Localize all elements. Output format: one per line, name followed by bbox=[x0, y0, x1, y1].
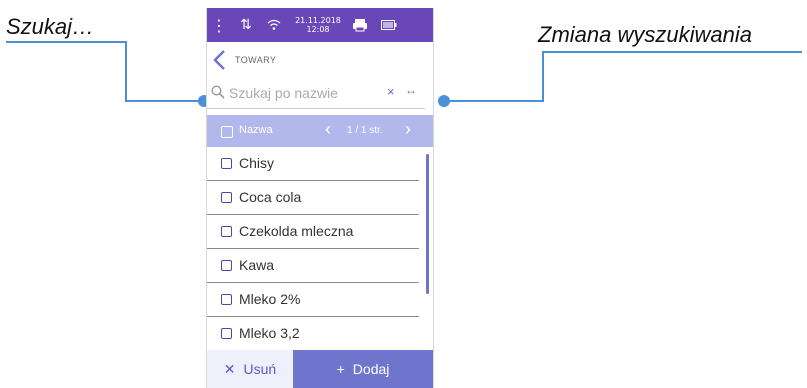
callout-line-left bbox=[6, 41, 204, 102]
add-button[interactable]: + Dodaj bbox=[293, 350, 433, 388]
bottom-action-bar: ✕ Usuń + Dodaj bbox=[207, 350, 433, 388]
list-scrollbar[interactable] bbox=[426, 154, 429, 294]
status-time: 12:08 bbox=[306, 25, 330, 34]
item-checkbox[interactable] bbox=[221, 192, 232, 203]
phone-screen: ⋮ ⇅ 21.11.2018 12:08 TOWARY × ↔ Nazwa bbox=[206, 8, 434, 388]
item-label: Czekolda mleczna bbox=[239, 223, 354, 239]
back-arrow-icon[interactable] bbox=[211, 48, 229, 72]
status-date: 21.11.2018 bbox=[295, 16, 341, 25]
callout-line-right bbox=[444, 51, 802, 102]
search-icon bbox=[211, 85, 225, 99]
item-label: Kawa bbox=[239, 257, 275, 273]
battery-icon bbox=[379, 8, 399, 42]
wifi-icon bbox=[265, 8, 283, 42]
prev-page-icon[interactable]: ‹ bbox=[325, 119, 331, 140]
item-checkbox[interactable] bbox=[221, 158, 232, 169]
usb-icon: ⇅ bbox=[240, 17, 252, 33]
page-indicator: 1 / 1 str. bbox=[347, 125, 383, 136]
printer-icon bbox=[351, 8, 369, 42]
list-item[interactable]: Kawa bbox=[207, 249, 419, 283]
next-page-icon[interactable]: › bbox=[405, 119, 411, 140]
page-title: TOWARY bbox=[235, 55, 277, 65]
list-header: Nazwa ‹ 1 / 1 str. › bbox=[207, 115, 433, 147]
item-label: Coca cola bbox=[239, 189, 302, 205]
delete-button-label: Usuń bbox=[243, 361, 277, 377]
column-name-label[interactable]: Nazwa bbox=[239, 124, 273, 136]
search-input[interactable] bbox=[229, 82, 377, 104]
search-bar: × ↔ bbox=[207, 78, 425, 109]
list-item[interactable]: Czekolda mleczna bbox=[207, 215, 419, 249]
list-item[interactable]: Mleko 2% bbox=[207, 283, 419, 317]
item-label: Mleko 3,2 bbox=[239, 325, 300, 341]
item-checkbox[interactable] bbox=[221, 328, 232, 339]
list-item[interactable]: Coca cola bbox=[207, 181, 419, 215]
add-button-label: Dodaj bbox=[352, 361, 390, 377]
status-datetime: 21.11.2018 12:08 bbox=[291, 8, 345, 42]
plus-icon: + bbox=[336, 361, 345, 377]
list-item[interactable]: Mleko 3,2 bbox=[207, 317, 419, 351]
item-label: Mleko 2% bbox=[239, 291, 301, 307]
item-checkbox[interactable] bbox=[221, 226, 232, 237]
item-checkbox[interactable] bbox=[221, 260, 232, 271]
item-checkbox[interactable] bbox=[221, 294, 232, 305]
item-label: Chisy bbox=[239, 155, 275, 171]
clear-search-icon[interactable]: × bbox=[387, 84, 395, 99]
callout-dot-right bbox=[438, 95, 450, 107]
select-all-checkbox[interactable] bbox=[221, 126, 233, 138]
product-list: Chisy Coca cola Czekolda mleczna Kawa Ml… bbox=[207, 147, 433, 351]
status-bar: ⋮ ⇅ 21.11.2018 12:08 bbox=[207, 8, 433, 42]
switch-search-mode-icon[interactable]: ↔ bbox=[405, 83, 417, 97]
page-header: TOWARY bbox=[207, 42, 433, 78]
menu-dots-icon[interactable]: ⋮ bbox=[211, 8, 227, 42]
delete-button[interactable]: ✕ Usuń bbox=[207, 350, 293, 388]
list-item[interactable]: Chisy bbox=[207, 147, 419, 181]
close-icon: ✕ bbox=[223, 360, 236, 377]
